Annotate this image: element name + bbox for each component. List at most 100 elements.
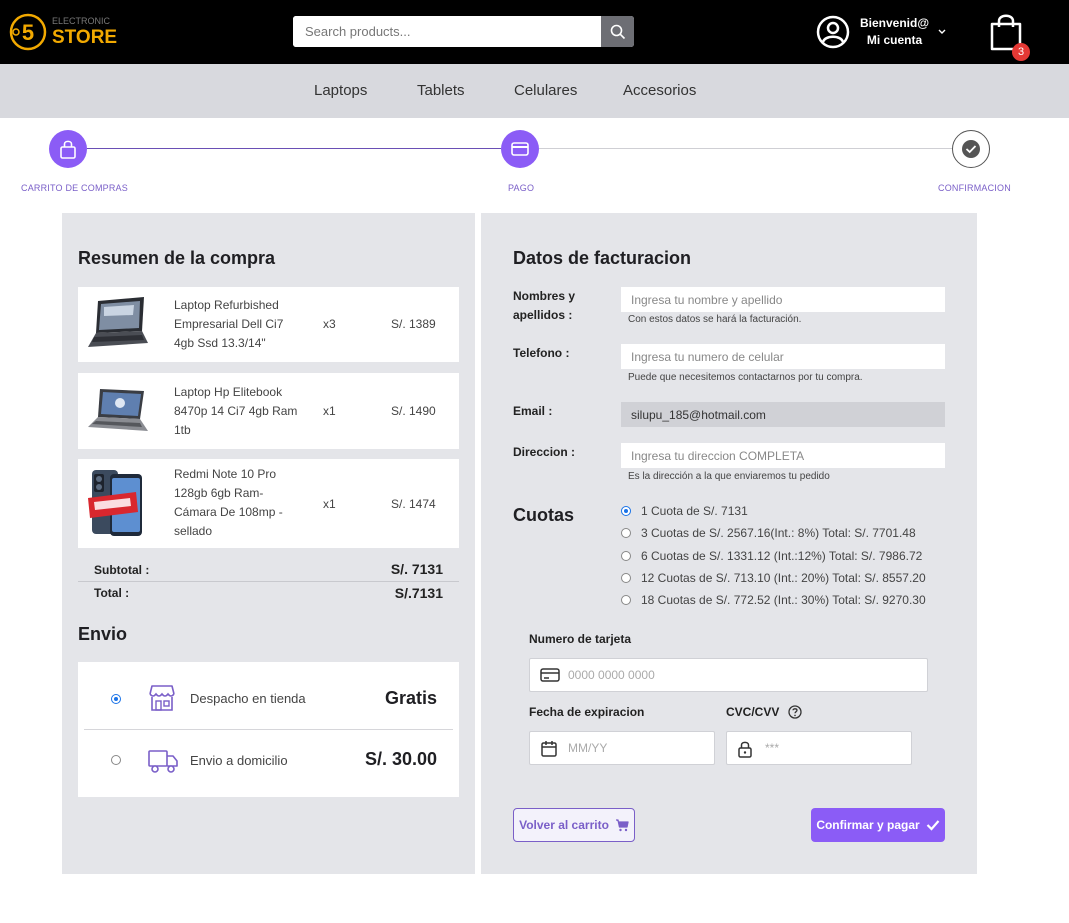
card-number-field[interactable] bbox=[529, 658, 928, 692]
product-image-laptop-hp bbox=[88, 389, 148, 431]
address-help-text: Es la dirección a la que enviaremos tu p… bbox=[628, 471, 830, 482]
cuota-radio[interactable] bbox=[621, 551, 631, 561]
step-confirmation bbox=[952, 130, 990, 168]
cuota-radio[interactable] bbox=[621, 573, 631, 583]
envio-price-store: Gratis bbox=[384, 688, 437, 708]
calendar-icon bbox=[541, 741, 557, 757]
truck-icon bbox=[148, 750, 178, 773]
summary-divider bbox=[78, 581, 459, 582]
cuota-radio[interactable] bbox=[621, 506, 631, 516]
name-label-line1: Nombres y bbox=[513, 289, 576, 303]
cuota-label: 6 Cuotas de S/. 1331.12 (Int.:12%) Total… bbox=[641, 549, 923, 563]
cart-item: Redmi Note 10 Pro 128gb 6gb Ram- Cámara … bbox=[78, 459, 459, 548]
name-input[interactable] bbox=[621, 287, 945, 312]
cart-icon bbox=[615, 818, 629, 831]
step-cart bbox=[49, 130, 87, 168]
search-icon bbox=[610, 24, 625, 39]
subtotal-label: Subtotal : bbox=[94, 563, 150, 577]
email-label: Email : bbox=[513, 404, 553, 418]
cvc-label: CVC/CVV bbox=[726, 705, 780, 719]
cuota-radio[interactable] bbox=[621, 595, 631, 605]
nav-item-accesorios[interactable]: Accesorios bbox=[623, 82, 696, 99]
expiry-field[interactable] bbox=[529, 731, 715, 765]
cart-item: Laptop Refurbished Empresarial Dell Ci7 … bbox=[78, 287, 459, 362]
step-label-cart: CARRITO DE COMPRAS bbox=[21, 183, 128, 193]
cuota-label: 18 Cuotas de S/. 772.52 (Int.: 30%) Tota… bbox=[641, 593, 926, 607]
product-qty: x1 bbox=[323, 497, 336, 511]
product-qty: x1 bbox=[323, 404, 336, 418]
address-label: Direccion : bbox=[513, 445, 576, 459]
store-logo[interactable]: 5 ELECTRONIC STORE bbox=[8, 10, 128, 54]
cart-item: Laptop Hp Elitebook 8470p 14 Ci7 4gb Ram… bbox=[78, 373, 459, 449]
nav-item-celulares[interactable]: Celulares bbox=[514, 82, 577, 99]
credit-card-icon bbox=[540, 668, 560, 682]
cuota-radio[interactable] bbox=[621, 528, 631, 538]
envio-radio-home[interactable] bbox=[111, 755, 121, 765]
product-price: S/. 1474 bbox=[391, 497, 436, 511]
envio-divider bbox=[84, 729, 453, 730]
category-nav: Laptops Tablets Celulares Accesorios bbox=[0, 64, 1069, 118]
confirm-and-pay-button[interactable]: Confirmar y pagar bbox=[811, 808, 945, 842]
cart-count-badge: 3 bbox=[1012, 43, 1030, 61]
check-icon bbox=[926, 820, 939, 831]
cvc-input[interactable] bbox=[765, 732, 905, 764]
cuota-label: 3 Cuotas de S/. 2567.16(Int.: 8%) Total:… bbox=[641, 526, 916, 540]
back-to-cart-button[interactable]: Volver al carrito bbox=[513, 808, 635, 842]
subtotal-value: S/. 7131 bbox=[390, 561, 443, 577]
account-link[interactable]: Mi cuenta bbox=[860, 32, 929, 49]
address-input[interactable] bbox=[621, 443, 945, 468]
check-circle-icon bbox=[962, 140, 980, 158]
logo-small-text: ELECTRONIC bbox=[52, 16, 111, 26]
envio-radio-store[interactable] bbox=[111, 694, 121, 704]
product-name: Laptop Refurbished Empresarial Dell Ci7 … bbox=[174, 298, 284, 350]
cuota-label: 1 Cuota de S/. 7131 bbox=[641, 504, 748, 518]
envio-title: Envio bbox=[78, 624, 128, 644]
search-input[interactable] bbox=[293, 16, 601, 47]
account-text: Bienvenid@ Mi cuenta bbox=[860, 15, 929, 49]
expiry-input[interactable] bbox=[568, 732, 708, 764]
product-name: Laptop Hp Elitebook 8470p 14 Ci7 4gb Ram… bbox=[174, 385, 298, 437]
user-circle-icon bbox=[816, 15, 850, 49]
logo-text: STORE bbox=[52, 27, 117, 48]
step-label-confirmation: CONFIRMACION bbox=[938, 183, 1011, 193]
phone-input[interactable] bbox=[621, 344, 945, 369]
cuota-label: 12 Cuotas de S/. 713.10 (Int.: 20%) Tota… bbox=[641, 571, 926, 585]
credit-card-icon bbox=[511, 142, 529, 156]
shopping-bag-icon bbox=[60, 140, 76, 159]
card-number-label: Numero de tarjeta bbox=[529, 632, 632, 646]
product-name: Redmi Note 10 Pro 128gb 6gb Ram- Cámara … bbox=[174, 467, 283, 538]
product-qty: x3 bbox=[323, 317, 336, 331]
name-label-line2: apellidos : bbox=[513, 308, 573, 322]
stepper-line-completed bbox=[87, 148, 501, 149]
email-field[interactable] bbox=[621, 402, 945, 427]
product-image-laptop-dell bbox=[88, 297, 148, 347]
total-value: S/.7131 bbox=[394, 585, 443, 601]
nav-item-laptops[interactable]: Laptops bbox=[314, 82, 367, 99]
step-payment bbox=[501, 130, 539, 168]
search-button[interactable] bbox=[601, 16, 634, 47]
product-image-phone-redmi bbox=[88, 470, 142, 536]
account-greeting: Bienvenid@ bbox=[860, 16, 930, 30]
cuotas-title: Cuotas bbox=[513, 505, 575, 525]
help-circle-icon[interactable] bbox=[788, 705, 802, 719]
envio-price-home: S/. 30.00 bbox=[364, 749, 437, 769]
store-icon bbox=[149, 685, 175, 711]
lock-icon bbox=[738, 741, 752, 758]
summary-title: Resumen de la compra bbox=[78, 248, 276, 268]
product-price: S/. 1389 bbox=[391, 317, 436, 331]
cvc-field[interactable] bbox=[726, 731, 912, 765]
total-label: Total : bbox=[94, 586, 130, 600]
account-menu[interactable]: Bienvenid@ Mi cuenta bbox=[816, 14, 947, 50]
back-to-cart-label: Volver al carrito bbox=[519, 818, 609, 832]
chevron-down-icon bbox=[938, 29, 946, 34]
envio-label-home: Envio a domicilio bbox=[190, 753, 288, 768]
confirm-and-pay-label: Confirmar y pagar bbox=[816, 818, 920, 832]
product-price: S/. 1490 bbox=[391, 404, 436, 418]
phone-label: Telefono : bbox=[513, 346, 570, 360]
card-number-input[interactable] bbox=[568, 659, 918, 691]
name-help-text: Con estos datos se hará la facturación. bbox=[628, 314, 802, 325]
logo-numeral: 5 bbox=[22, 20, 34, 45]
nav-item-tablets[interactable]: Tablets bbox=[417, 82, 465, 99]
name-label: Nombres y apellidos : bbox=[513, 287, 575, 325]
search-bar bbox=[293, 16, 634, 47]
